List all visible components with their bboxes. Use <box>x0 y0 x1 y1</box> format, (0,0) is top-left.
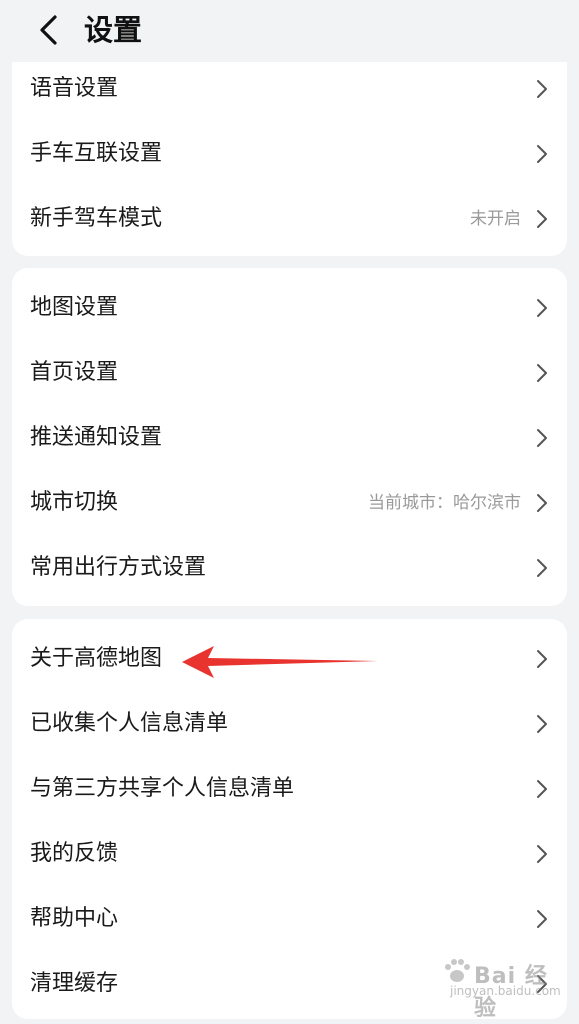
chevron-right-icon <box>535 143 549 165</box>
settings-item-label: 清理缓存 <box>30 970 119 996</box>
settings-item-status: 未开启 <box>470 208 521 229</box>
settings-item-label: 已收集个人信息清单 <box>30 710 229 736</box>
settings-item-novice-driving[interactable]: 新手驾车模式 未开启 <box>12 186 567 251</box>
paw-logo-icon <box>445 959 470 982</box>
settings-item-label: 帮助中心 <box>30 905 119 931</box>
settings-item-travel-mode[interactable]: 常用出行方式设置 <box>12 535 567 600</box>
chevron-right-icon <box>535 557 549 579</box>
settings-item-label: 语音设置 <box>30 75 119 101</box>
settings-item-voice[interactable]: 语音设置 <box>12 56 567 121</box>
annotation-arrow-icon <box>182 646 378 678</box>
settings-item-feedback[interactable]: 我的反馈 <box>12 821 567 886</box>
watermark: Bai 经验 jingyan.baidu.com <box>440 956 570 1021</box>
settings-group-voice: 语音设置 手车互联设置 新手驾车模式 未开启 <box>12 56 567 256</box>
chevron-right-icon <box>535 362 549 384</box>
chevron-right-icon <box>535 427 549 449</box>
chevron-right-icon <box>535 78 549 100</box>
back-button[interactable] <box>26 8 70 52</box>
title-bar: 设置 <box>0 0 579 62</box>
chevron-left-icon <box>40 15 57 45</box>
settings-item-help[interactable]: 帮助中心 <box>12 886 567 951</box>
settings-item-label: 首页设置 <box>30 359 119 385</box>
chevron-right-icon <box>535 843 549 865</box>
settings-item-city[interactable]: 城市切换 当前城市：哈尔滨市 <box>12 470 567 535</box>
settings-item-shared-info[interactable]: 与第三方共享个人信息清单 <box>12 756 567 821</box>
settings-item-car-connect[interactable]: 手车互联设置 <box>12 121 567 186</box>
chevron-right-icon <box>535 713 549 735</box>
settings-item-label: 新手驾车模式 <box>30 205 163 231</box>
chevron-right-icon <box>535 648 549 670</box>
chevron-right-icon <box>535 208 549 230</box>
page-title: 设置 <box>84 13 143 47</box>
settings-item-collected-info[interactable]: 已收集个人信息清单 <box>12 691 567 756</box>
settings-group-map: 地图设置 首页设置 推送通知设置 城市切换 当前城市：哈尔滨市 常用出行方式设置 <box>12 268 567 606</box>
settings-item-home[interactable]: 首页设置 <box>12 340 567 405</box>
chevron-right-icon <box>535 492 549 514</box>
watermark-url: jingyan.baidu.com <box>450 984 561 998</box>
settings-item-label: 城市切换 <box>30 489 119 515</box>
chevron-right-icon <box>535 297 549 319</box>
settings-item-label: 地图设置 <box>30 294 119 320</box>
settings-item-map[interactable]: 地图设置 <box>12 275 567 340</box>
settings-item-label: 我的反馈 <box>30 840 119 866</box>
settings-item-label: 手车互联设置 <box>30 140 163 166</box>
settings-item-push[interactable]: 推送通知设置 <box>12 405 567 470</box>
settings-item-label: 关于高德地图 <box>30 645 163 671</box>
chevron-right-icon <box>535 778 549 800</box>
settings-item-label: 常用出行方式设置 <box>30 554 207 580</box>
settings-item-label: 与第三方共享个人信息清单 <box>30 775 295 801</box>
settings-item-current-city: 当前城市：哈尔滨市 <box>368 492 521 513</box>
chevron-right-icon <box>535 908 549 930</box>
settings-item-label: 推送通知设置 <box>30 424 163 450</box>
